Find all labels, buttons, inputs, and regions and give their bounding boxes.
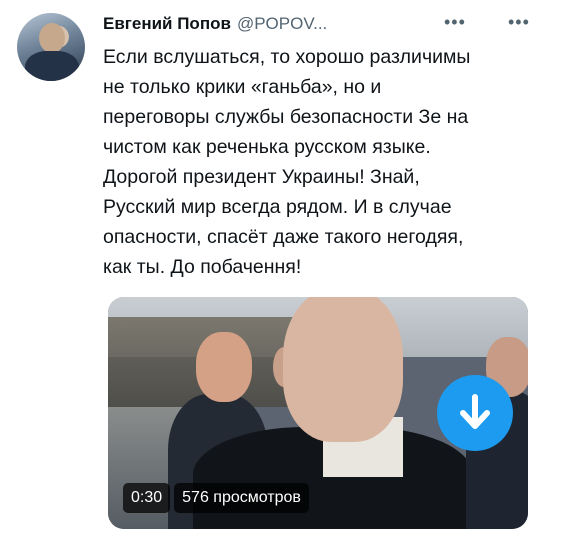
tweet-text-line: чистом как реченька русском языке. — [103, 136, 431, 158]
tweet-header: Евгений Попов @POPOV... — [103, 13, 327, 35]
display-name[interactable]: Евгений Попов — [103, 14, 231, 34]
more-dots-icon[interactable]: ••• — [508, 12, 530, 33]
tweet-text-line: переговоры службы безопасности Зе на — [103, 106, 469, 128]
tweet-text-line: как ты. До побачення! — [103, 256, 302, 278]
more-dots-icon[interactable]: ••• — [444, 12, 466, 33]
user-handle[interactable]: @POPOV... — [237, 14, 327, 34]
tweet-text-line: Русский мир всегда рядом. И в случае — [103, 196, 452, 218]
download-button[interactable] — [437, 375, 513, 451]
tweet-text-line: не только крики «ганьба», но и — [103, 76, 382, 98]
avatar-body — [25, 51, 79, 81]
avatar[interactable] — [17, 13, 85, 81]
video-duration: 0:30 — [123, 483, 171, 513]
tweet-text-line: опасности, спасёт даже такого негодяя, — [103, 226, 464, 248]
tweet-text: Если вслушаться, то хорошо различимы не … — [103, 42, 543, 282]
avatar-head — [39, 23, 65, 53]
download-arrow-icon — [460, 394, 490, 429]
video-views: 576 просмотров — [174, 483, 309, 513]
tweet-text-line: Если вслушаться, то хорошо различимы — [103, 46, 471, 68]
tweet-text-line: Дорогой президент Украины! Знай, — [103, 166, 420, 188]
video-stats: 0:30 576 просмотров — [123, 483, 309, 513]
